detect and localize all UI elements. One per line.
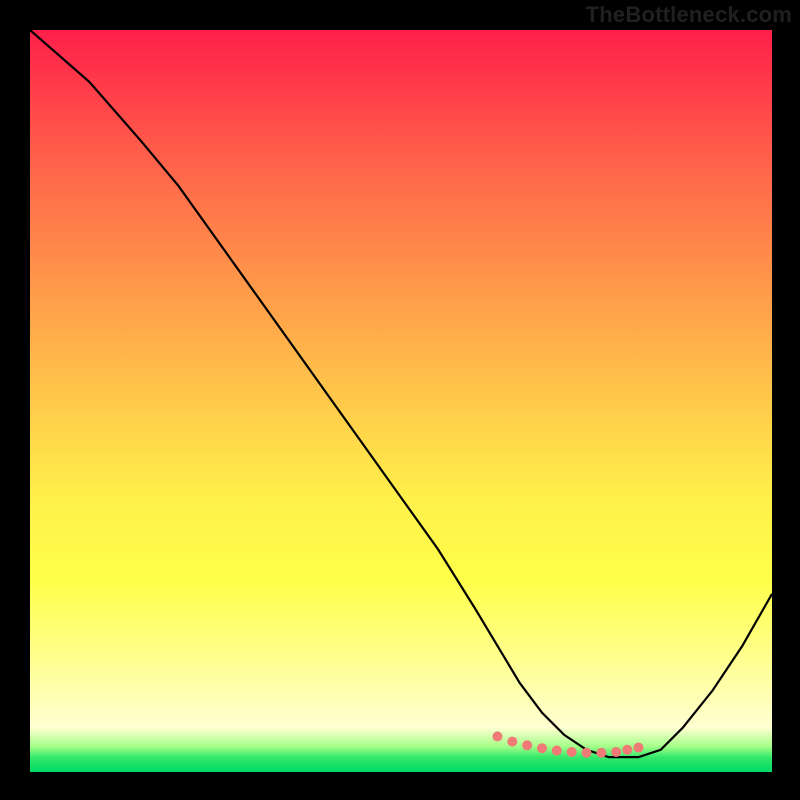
optimal-marker xyxy=(582,748,592,758)
optimal-marker xyxy=(552,745,562,755)
plot-area xyxy=(30,30,772,772)
optimal-marker xyxy=(611,747,621,757)
optimal-marker xyxy=(537,743,547,753)
optimal-marker xyxy=(633,743,643,753)
optimal-marker xyxy=(522,740,532,750)
optimal-range-markers xyxy=(492,731,643,757)
optimal-marker xyxy=(507,737,517,747)
bottleneck-curve-path xyxy=(30,30,772,757)
bottleneck-curve-svg xyxy=(30,30,772,772)
optimal-marker xyxy=(492,731,502,741)
optimal-marker xyxy=(596,748,606,758)
watermark-text: TheBottleneck.com xyxy=(586,2,792,28)
chart-frame: TheBottleneck.com xyxy=(0,0,800,800)
optimal-marker xyxy=(622,745,632,755)
optimal-marker xyxy=(567,747,577,757)
